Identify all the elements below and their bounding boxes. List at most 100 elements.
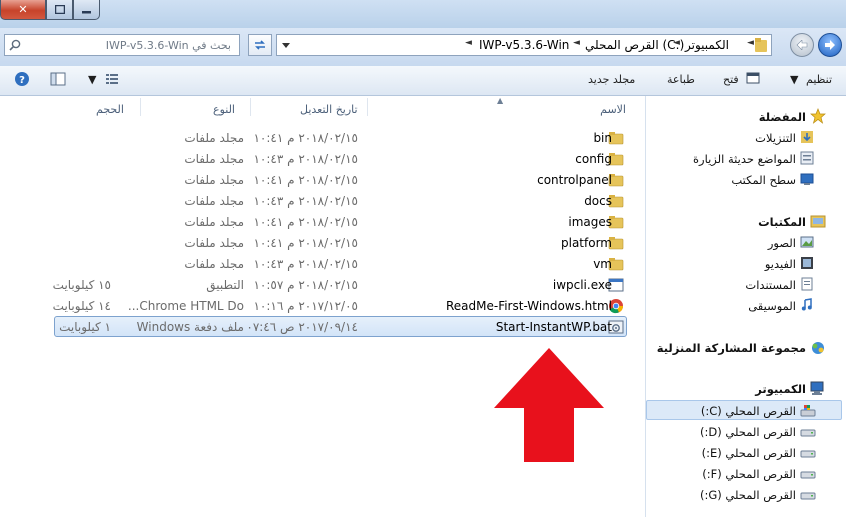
- nav-item-drive[interactable]: القرص المحلي (F:): [702, 467, 796, 481]
- arrow-left-icon: [796, 40, 808, 50]
- recent-places-icon: [800, 151, 814, 165]
- organize-button[interactable]: تنظيم: [806, 73, 832, 86]
- file-name: ReadMe-First-Windows.html: [445, 299, 612, 313]
- breadcrumb-drive-c[interactable]: القرص المحلي (C:): [585, 38, 684, 52]
- nav-item-drive[interactable]: القرص المحلي (E:): [702, 446, 796, 460]
- nav-item-favorites[interactable]: المفضلة: [759, 110, 806, 124]
- maximize-button[interactable]: [46, 0, 73, 20]
- preview-pane-icon[interactable]: [50, 71, 66, 87]
- file-date: ٢٠١٧/١٢/٠٥ م ١٠:١٦: [253, 299, 358, 313]
- nav-item-drive[interactable]: القرص المحلي (C:): [701, 404, 796, 418]
- file-name: config: [575, 152, 612, 166]
- file-name: docs: [584, 194, 612, 208]
- search-input[interactable]: بحث في IWP-v5.3.6-Win: [4, 34, 240, 56]
- column-divider[interactable]: [367, 98, 368, 116]
- computer-icon: [810, 381, 824, 395]
- nav-item-libraries[interactable]: المكتبات: [758, 215, 806, 229]
- help-icon[interactable]: ?: [14, 71, 30, 87]
- breadcrumb-computer[interactable]: الكمبيوتر: [685, 38, 729, 52]
- print-button[interactable]: طباعة: [667, 73, 695, 86]
- column-header-date[interactable]: تاريخ التعديل: [300, 103, 358, 116]
- breadcrumb-chevron-icon: ◄: [673, 38, 680, 48]
- drive-icon: [800, 429, 816, 437]
- downloads-icon: [801, 131, 813, 143]
- nav-item-drive[interactable]: القرص المحلي (G:): [700, 488, 796, 502]
- file-type: مجلد ملفات: [184, 152, 244, 166]
- file-type: Chrome HTML Do...: [127, 299, 244, 313]
- file-size: ١ كيلوبايت: [59, 320, 111, 334]
- refresh-button[interactable]: [248, 34, 272, 56]
- file-name: images: [568, 215, 612, 229]
- title-bar: [0, 0, 846, 28]
- videos-icon: [801, 257, 813, 269]
- search-placeholder: بحث في IWP-v5.3.6-Win: [105, 39, 231, 52]
- breadcrumb-chevron-icon: ◄: [465, 38, 472, 48]
- minimize-button[interactable]: [73, 0, 100, 20]
- file-name: iwpcli.exe: [552, 278, 612, 292]
- address-dropdown[interactable]: [277, 35, 295, 55]
- documents-icon: [801, 277, 813, 291]
- music-icon: [801, 298, 812, 311]
- sort-ascending-icon: ▲: [497, 96, 504, 105]
- caption-buttons: ✕: [0, 0, 100, 20]
- view-options-icon[interactable]: [104, 71, 120, 87]
- forward-button[interactable]: [790, 33, 814, 57]
- minimize-icon: [81, 11, 91, 14]
- address-bar[interactable]: ◄ IWP-v5.3.6-Win ◄ القرص المحلي (C:) ◄ ا…: [276, 34, 772, 56]
- file-date: ٢٠١٧/٠٩/١٤ ص ٠٧:٤٦: [246, 320, 358, 334]
- red-up-arrow-icon: [494, 348, 604, 462]
- folder-icon: [755, 38, 767, 52]
- nav-item-videos[interactable]: الفيديو: [765, 257, 796, 271]
- chevron-down-icon: [282, 42, 290, 48]
- file-type: ملف دفعة Windows: [136, 320, 244, 334]
- drive-icon: [800, 450, 816, 458]
- file-date: ٢٠١٨/٠٢/١٥ م ١٠:٤٣: [253, 257, 358, 271]
- maximize-icon: [54, 5, 65, 14]
- search-icon: [9, 39, 21, 51]
- libraries-icon: [810, 215, 826, 228]
- svg-text:?: ?: [19, 75, 25, 86]
- nav-item-drive[interactable]: القرص المحلي (D:): [700, 425, 796, 439]
- column-divider[interactable]: [140, 98, 141, 116]
- breadcrumb-iwp[interactable]: IWP-v5.3.6-Win: [479, 38, 569, 52]
- nav-item-documents[interactable]: المستندات: [745, 278, 796, 292]
- file-date: ٢٠١٨/٠٢/١٥ م ١٠:٤١: [253, 236, 358, 250]
- file-date: ٢٠١٨/٠٢/١٥ م ١٠:٤١: [253, 131, 358, 145]
- arrow-right-icon: [825, 40, 835, 50]
- column-header-name[interactable]: الاسم: [600, 103, 626, 116]
- system-drive-icon: [800, 405, 816, 417]
- breadcrumb-chevron-icon: ◄: [747, 38, 754, 48]
- nav-item-desktop[interactable]: سطح المكتب: [731, 173, 796, 187]
- file-size: ١٥ كيلوبايت: [52, 278, 111, 292]
- nav-item-recent-places[interactable]: المواضع حديثة الزيارة: [693, 152, 796, 166]
- nav-item-downloads[interactable]: التنزيلات: [755, 131, 796, 145]
- nav-item-computer[interactable]: الكمبيوتر: [755, 382, 806, 396]
- nav-item-pictures[interactable]: الصور: [768, 236, 796, 250]
- open-button[interactable]: فتح: [723, 73, 739, 86]
- close-button[interactable]: ✕: [0, 0, 46, 20]
- pictures-icon: [800, 236, 814, 248]
- view-dropdown-chevron-icon[interactable]: ▼: [88, 73, 96, 86]
- favorites-star-icon: [810, 108, 826, 124]
- breadcrumb-chevron-icon: ◄: [573, 38, 580, 48]
- file-type: مجلد ملفات: [184, 257, 244, 271]
- back-button[interactable]: [818, 33, 842, 57]
- nav-item-homegroup[interactable]: مجموعة المشاركة المنزلية: [657, 341, 806, 355]
- file-type: مجلد ملفات: [184, 215, 244, 229]
- file-date: ٢٠١٨/٠٢/١٥ م ١٠:٤٣: [253, 194, 358, 208]
- column-divider[interactable]: [250, 98, 251, 116]
- file-name: platform: [561, 236, 612, 250]
- file-name: controlpanel: [537, 173, 612, 187]
- organize-dropdown-chevron-icon: ▼: [790, 73, 799, 86]
- column-header-size[interactable]: الحجم: [96, 103, 124, 116]
- file-type: مجلد ملفات: [184, 194, 244, 208]
- desktop-icon: [800, 173, 814, 185]
- command-bar: [0, 66, 846, 96]
- new-folder-button[interactable]: مجلد جديد: [588, 73, 635, 86]
- file-date: ٢٠١٨/٠٢/١٥ م ١٠:٤١: [253, 215, 358, 229]
- file-name: vm: [593, 257, 612, 271]
- file-name: bin: [593, 131, 612, 145]
- file-date: ٢٠١٨/٠٢/١٥ م ١٠:٤١: [253, 173, 358, 187]
- nav-item-music[interactable]: الموسيقى: [748, 299, 796, 313]
- column-header-type[interactable]: النوع: [213, 103, 235, 116]
